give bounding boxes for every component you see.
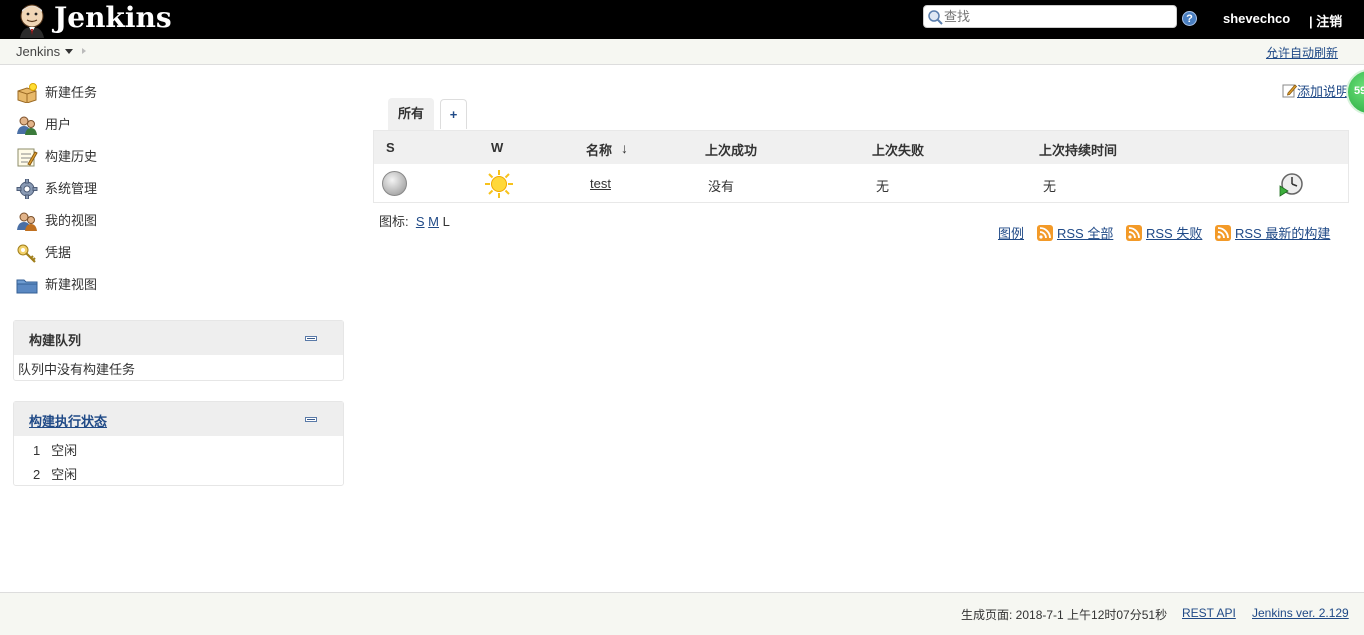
page-header: Jenkins ? shevechco | 注销 (0, 0, 1364, 39)
credentials-icon (17, 244, 36, 263)
column-header-last-success[interactable]: 上次成功 (705, 140, 757, 159)
help-icon[interactable]: ? (1182, 11, 1197, 26)
rss-all-link[interactable]: RSS 全部 (1057, 223, 1113, 242)
breadcrumb-jenkins[interactable]: Jenkins (16, 44, 60, 59)
rest-api-link[interactable]: REST API (1182, 606, 1236, 620)
notification-badge[interactable]: 59 (1346, 69, 1364, 115)
table-header: S W 名称 ↓ 上次成功 上次失败 上次持续时间 (374, 131, 1348, 164)
executor-row: 2 空闲 (33, 464, 77, 483)
sidebar-item-label[interactable]: 我的视图 (45, 210, 97, 232)
column-header-last-duration[interactable]: 上次持续时间 (1039, 140, 1117, 159)
sidebar-item-label[interactable]: 新建视图 (45, 274, 97, 296)
auto-refresh-link[interactable]: 允许自动刷新 (1266, 44, 1338, 61)
search-box[interactable] (923, 5, 1177, 28)
users-icon (17, 116, 37, 135)
grey-ball-icon (382, 171, 407, 196)
generated-timestamp: 生成页面: 2018-7-1 上午12时07分51秒 (961, 608, 1168, 622)
notification-count: 59 (1354, 85, 1364, 97)
brand-title[interactable]: Jenkins (54, 1, 172, 35)
tab-add-view[interactable]: + (440, 99, 467, 129)
icon-size-selector: 图标: S M L (379, 211, 450, 230)
icon-size-label: 图标: (379, 214, 409, 229)
schedule-build-icon[interactable] (1279, 172, 1304, 197)
collapse-icon[interactable] (305, 417, 317, 422)
sidebar-item-label[interactable]: 新建任务 (45, 82, 97, 104)
executor-number: 1 (33, 443, 41, 458)
executor-status: 空闲 (51, 467, 78, 482)
chevron-down-icon[interactable] (65, 49, 73, 54)
chevron-right-icon (82, 48, 86, 54)
rss-icon (1037, 225, 1053, 241)
sidebar-item-label[interactable]: 用户 (45, 114, 71, 136)
page-footer: 生成页面: 2018-7-1 上午12时07分51秒 REST API Jenk… (0, 592, 1364, 635)
executors-pane: 构建执行状态 1 空闲 2 空闲 (13, 401, 344, 486)
column-header-status[interactable]: S (386, 140, 395, 155)
last-duration-cell: 无 (1043, 179, 1057, 194)
build-history-icon (17, 148, 38, 167)
sidebar-item-label[interactable]: 系统管理 (45, 178, 97, 200)
user-link[interactable]: shevechco (1223, 11, 1290, 26)
sidebar-item-label[interactable]: 凭据 (45, 242, 71, 264)
breadcrumb: Jenkins 允许自动刷新 (0, 39, 1364, 65)
tab-all[interactable]: 所有 (388, 98, 434, 130)
my-views-icon (17, 212, 37, 231)
executors-header: 构建执行状态 (14, 402, 343, 436)
executor-status: 空闲 (51, 443, 78, 458)
edit-icon (1282, 84, 1297, 98)
icon-size-large: L (442, 214, 450, 229)
queue-empty-text: 队列中没有构建任务 (18, 362, 136, 377)
sunny-icon (485, 170, 513, 198)
last-failure-cell: 无 (876, 179, 890, 194)
column-header-weather[interactable]: W (491, 140, 503, 155)
version-link[interactable]: Jenkins ver. 2.129 (1252, 606, 1349, 620)
legend-link[interactable]: 图例 (998, 223, 1024, 242)
new-item-icon (17, 83, 37, 103)
rss-failed-link[interactable]: RSS 失败 (1146, 223, 1202, 242)
rss-icon (1215, 225, 1231, 241)
sort-arrow-icon: ↓ (621, 140, 628, 156)
icon-size-small[interactable]: S (416, 214, 425, 229)
projects-table: S W 名称 ↓ 上次成功 上次失败 上次持续时间 test 没有 无 无 (373, 130, 1349, 203)
executors-title[interactable]: 构建执行状态 (29, 411, 107, 430)
gear-icon (16, 179, 38, 199)
build-queue-header: 构建队列 (14, 321, 343, 355)
executor-row: 1 空闲 (33, 440, 77, 459)
last-success-cell: 没有 (708, 179, 735, 194)
logout-link[interactable]: | 注销 (1309, 11, 1342, 30)
column-header-last-failure[interactable]: 上次失败 (872, 140, 924, 159)
icon-size-medium[interactable]: M (428, 214, 439, 229)
folder-icon (16, 279, 38, 294)
build-queue-pane: 构建队列 队列中没有构建任务 (13, 320, 344, 381)
sidebar-item-label[interactable]: 构建历史 (45, 146, 97, 168)
add-description-link[interactable]: 添加说明 (1297, 81, 1349, 100)
column-header-name[interactable]: 名称 (586, 140, 612, 159)
search-icon (928, 10, 943, 25)
rss-icon (1126, 225, 1142, 241)
rss-latest-link[interactable]: RSS 最新的构建 (1235, 223, 1330, 242)
job-link[interactable]: test (590, 176, 611, 191)
build-queue-title: 构建队列 (29, 333, 82, 348)
search-input[interactable] (944, 8, 1172, 25)
collapse-icon[interactable] (305, 336, 317, 341)
executor-number: 2 (33, 467, 41, 482)
jenkins-logo-icon[interactable] (14, 2, 50, 38)
